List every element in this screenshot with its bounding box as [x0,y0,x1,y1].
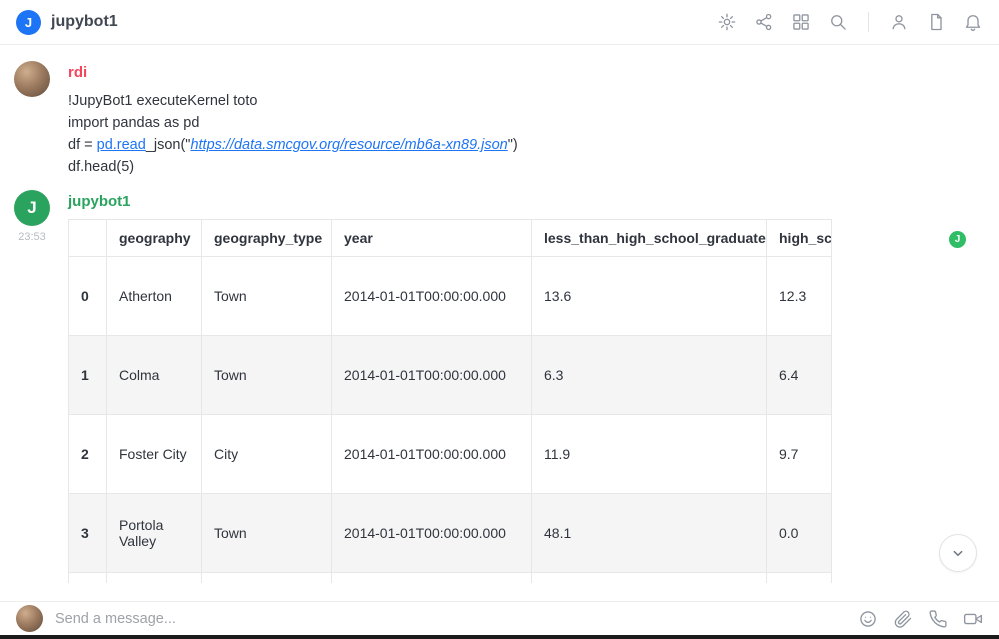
table-header-row: geography geography_type year less_than_… [69,220,833,257]
chevron-down-icon [947,542,969,564]
avatar-jupybot1[interactable]: J [14,190,50,226]
channel-title: jupybot1 [51,13,118,31]
column-header: geography_type [202,220,332,257]
user-icon[interactable] [889,12,909,32]
table-cell: Town [202,494,332,573]
channel-avatar: J [16,10,41,35]
pd-read-link[interactable]: pd.read [97,137,146,153]
resource-url-link[interactable]: https://data.smcgov.org/resource/mb6a-xn… [190,137,507,153]
dataframe-table-container: geography geography_type year less_than_… [68,219,832,583]
message-text-line: !JupyBot1 executeKernel toto [68,90,985,112]
table-cell: Portola Valley [107,494,202,573]
table-row: 3 Portola Valley Town 2014-01-01T00:00:0… [69,494,833,573]
column-header [69,220,107,257]
table-row: 0 Atherton Town 2014-01-01T00:00:00.000 … [69,257,833,336]
row-index: 0 [69,257,107,336]
video-camera-icon[interactable] [963,609,983,629]
channel-header: J jupybot1 [0,0,999,45]
avatar-rdi[interactable] [14,61,50,97]
scroll-to-bottom-button[interactable] [939,534,977,572]
column-header: year [332,220,532,257]
message-timestamp: 23:53 [18,231,46,243]
table-cell: Foster City [107,415,202,494]
message-rdi: rdi !JupyBot1 executeKernel toto import … [0,45,999,178]
window-bottom-bar [0,635,999,639]
table-cell: 0.0 [767,494,833,573]
table-cell: 6.3 [532,336,767,415]
file-icon[interactable] [926,12,946,32]
composer-actions [858,609,983,629]
table-cell: 2014-01-01T00:00:00.000 [332,415,532,494]
message-jupybot1: J 23:53 jupybot1 geography geography_typ… [0,178,999,583]
table-cell: 13.6 [532,257,767,336]
code-suffix: ") [508,137,518,153]
table-row: 1 Colma Town 2014-01-01T00:00:00.000 6.3… [69,336,833,415]
table-cell: Colma [107,336,202,415]
message-text-line: df.head(5) [68,156,985,178]
share-icon[interactable] [754,12,774,32]
message-list[interactable]: rdi !JupyBot1 executeKernel toto import … [0,45,999,601]
message-input[interactable] [53,610,858,628]
emoji-icon[interactable] [858,609,878,629]
column-header: geography [107,220,202,257]
dataframe-table: geography geography_type year less_than_… [68,219,832,583]
search-icon[interactable] [828,12,848,32]
phone-icon[interactable] [928,609,948,629]
table-cell: 11.9 [532,415,767,494]
username-jupybot1[interactable]: jupybot1 [68,193,985,210]
table-cell: 2014-01-01T00:00:00.000 [332,336,532,415]
paperclip-icon[interactable] [893,609,913,629]
row-index: 2 [69,415,107,494]
table-cell: 48.1 [532,494,767,573]
table-cell: Town [202,336,332,415]
unread-jump-badge[interactable]: J [949,231,966,248]
table-cell: 6.4 [767,336,833,415]
toolbar-divider [868,12,869,32]
column-header: less_than_high_school_graduate [532,220,767,257]
table-cell: Atherton [107,257,202,336]
bell-icon[interactable] [963,12,983,32]
row-index: 3 [69,494,107,573]
table-cell: Town [202,257,332,336]
code-prefix: df = [68,137,97,153]
header-toolbar [717,12,983,32]
column-header: high_sc [767,220,833,257]
table-row-partial [69,573,833,584]
message-composer [0,601,999,635]
row-index: 1 [69,336,107,415]
table-cell: 12.3 [767,257,833,336]
table-cell: 9.7 [767,415,833,494]
composer-avatar[interactable] [16,605,43,632]
table-cell: 2014-01-01T00:00:00.000 [332,494,532,573]
message-text-line: df = pd.read_json("https://data.smcgov.o… [68,134,985,156]
code-mid: _json(" [146,137,191,153]
username-rdi[interactable]: rdi [68,64,985,81]
apps-grid-icon[interactable] [791,12,811,32]
table-cell: 2014-01-01T00:00:00.000 [332,257,532,336]
table-cell: City [202,415,332,494]
gear-icon[interactable] [717,12,737,32]
table-row: 2 Foster City City 2014-01-01T00:00:00.0… [69,415,833,494]
message-text-line: import pandas as pd [68,112,985,134]
